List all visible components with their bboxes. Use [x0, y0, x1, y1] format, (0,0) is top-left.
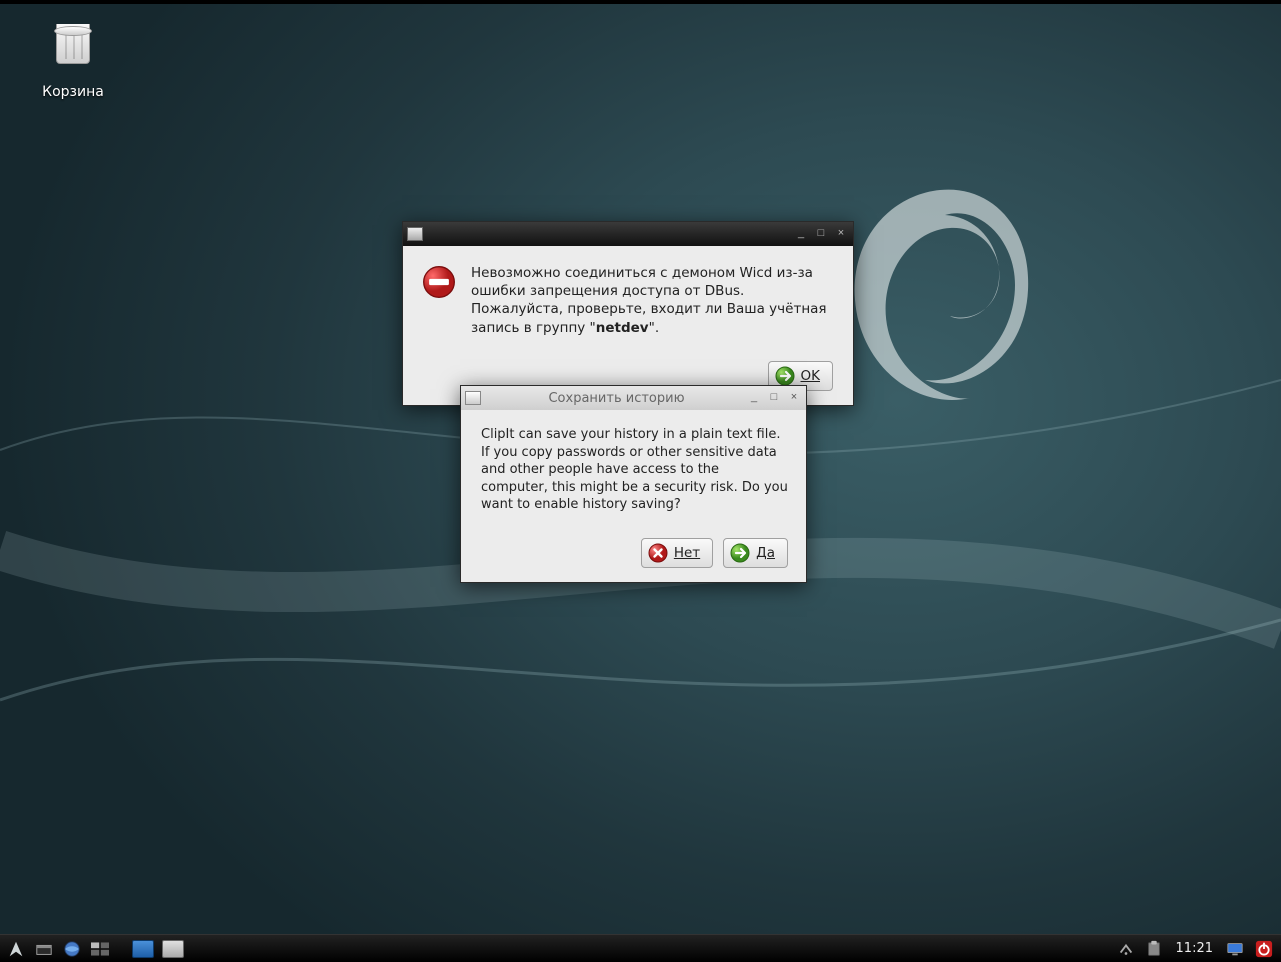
close-button[interactable]: × — [833, 227, 849, 241]
no-button[interactable]: Нет — [641, 538, 713, 568]
launcher-globe-button[interactable] — [62, 939, 82, 959]
minimize-button[interactable]: _ — [746, 391, 762, 405]
debian-swirl-icon — [830, 170, 1030, 430]
tray-network-icon[interactable] — [1116, 939, 1136, 959]
maximize-button[interactable]: □ — [766, 391, 782, 405]
power-button[interactable] — [1253, 939, 1275, 959]
dialog2-titlebar[interactable]: Сохранить историю _ □ × — [461, 386, 806, 410]
maximize-button[interactable]: □ — [813, 227, 829, 241]
cancel-icon — [648, 543, 668, 563]
dialog2-title: Сохранить историю — [487, 391, 746, 406]
clipit-history-dialog: Сохранить историю _ □ × ClipIt can save … — [460, 385, 807, 583]
taskbar: 11:21 — [0, 934, 1281, 962]
error-icon — [421, 264, 457, 300]
tray-clipboard-icon[interactable] — [1144, 939, 1164, 959]
dialog1-titlebar[interactable]: _ □ × — [403, 222, 853, 246]
minimize-button[interactable]: _ — [793, 227, 809, 241]
dialog1-message: Невозможно соединиться с демоном Wicd из… — [471, 264, 833, 337]
yes-button[interactable]: Да — [723, 538, 788, 568]
trash-icon — [51, 24, 95, 78]
top-border — [0, 0, 1281, 4]
dialog2-message: ClipIt can save your history in a plain … — [481, 426, 788, 514]
taskbar-clock[interactable]: 11:21 — [1176, 941, 1213, 956]
ok-icon — [730, 543, 750, 563]
desktop-trash-label: Корзина — [28, 84, 118, 100]
show-desktop-button[interactable] — [34, 939, 54, 959]
ok-label: OK — [801, 368, 820, 384]
start-menu-button[interactable] — [6, 939, 26, 959]
window-icon — [465, 391, 481, 405]
taskbar-task-2[interactable] — [162, 940, 184, 958]
workspace-switcher[interactable] — [90, 939, 110, 959]
taskbar-task-1[interactable] — [132, 940, 154, 958]
close-button[interactable]: × — [786, 391, 802, 405]
wicd-error-dialog: _ □ × Невозможно соединиться с демоном W… — [402, 221, 854, 406]
desktop-trash-icon[interactable]: Корзина — [28, 18, 118, 100]
ok-icon — [775, 366, 795, 386]
window-icon — [407, 227, 423, 241]
yes-label: Да — [756, 545, 775, 561]
tray-monitor-icon[interactable] — [1225, 939, 1245, 959]
no-label: Нет — [674, 545, 700, 561]
